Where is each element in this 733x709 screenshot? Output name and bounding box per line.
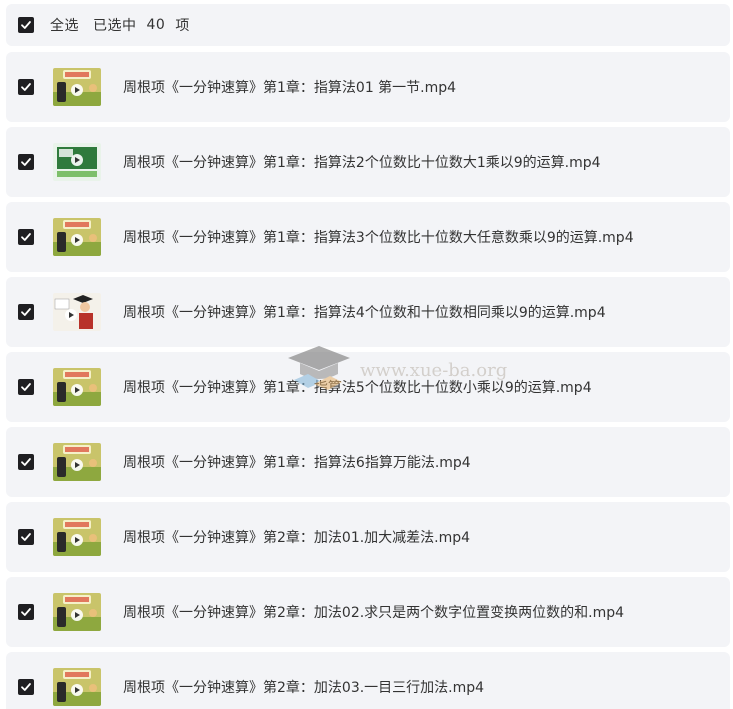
checkmark-icon: [21, 683, 31, 691]
file-checkbox[interactable]: [18, 79, 34, 95]
video-thumbnail[interactable]: [53, 218, 101, 256]
file-checkbox[interactable]: [18, 379, 34, 395]
video-thumbnail[interactable]: [53, 143, 101, 181]
checkmark-icon: [21, 233, 31, 241]
checkmark-icon: [21, 158, 31, 166]
checkmark-icon: [21, 83, 31, 91]
file-name[interactable]: 周根项《一分钟速算》第2章：加法01.加大减差法.mp4: [123, 527, 470, 547]
file-row[interactable]: 周根项《一分钟速算》第2章：加法01.加大减差法.mp4: [6, 502, 730, 572]
video-thumbnail-icon: [53, 443, 101, 481]
file-checkbox[interactable]: [18, 229, 34, 245]
file-row[interactable]: 周根项《一分钟速算》第1章：指算法3个位数比十位数大任意数乘以9的运算.mp4: [6, 202, 730, 272]
video-thumbnail[interactable]: [53, 668, 101, 706]
video-thumbnail-icon: [53, 68, 101, 106]
checkmark-icon: [21, 608, 31, 616]
video-thumbnail[interactable]: [53, 593, 101, 631]
file-checkbox[interactable]: [18, 679, 34, 695]
file-name[interactable]: 周根项《一分钟速算》第1章：指算法6指算万能法.mp4: [123, 452, 471, 472]
file-name[interactable]: 周根项《一分钟速算》第1章：指算法3个位数比十位数大任意数乘以9的运算.mp4: [123, 227, 634, 247]
video-thumbnail-icon: [53, 368, 101, 406]
file-row[interactable]: 周根项《一分钟速算》第2章：加法02.求只是两个数字位置变换两位数的和.mp4: [6, 577, 730, 647]
checkmark-icon: [21, 308, 31, 316]
file-list: 周根项《一分钟速算》第1章：指算法01 第一节.mp4 周根项《一分钟速算》第1章…: [6, 52, 730, 709]
file-name[interactable]: 周根项《一分钟速算》第1章：指算法2个位数比十位数大1乘以9的运算.mp4: [123, 152, 601, 172]
select-all-bar: 全选 已选中 40 项: [6, 4, 730, 46]
file-row[interactable]: 周根项《一分钟速算》第2章：加法03.一目三行加法.mp4: [6, 652, 730, 709]
select-all-checkbox[interactable]: [18, 17, 34, 33]
checkmark-icon: [21, 533, 31, 541]
select-all-label[interactable]: 全选: [50, 15, 79, 35]
video-thumbnail-icon: [53, 143, 101, 181]
video-thumbnail-icon: [53, 518, 101, 556]
file-selection-page: 全选 已选中 40 项 周根项《一分钟速算》第1章：指算法01 第一节.mp4 周…: [0, 0, 733, 709]
file-row[interactable]: 周根项《一分钟速算》第1章：指算法4个位数和十位数相同乘以9的运算.mp4: [6, 277, 730, 347]
file-checkbox[interactable]: [18, 454, 34, 470]
file-name[interactable]: 周根项《一分钟速算》第1章：指算法5个位数比十位数小乘以9的运算.mp4: [123, 377, 592, 397]
video-thumbnail[interactable]: [53, 368, 101, 406]
file-checkbox[interactable]: [18, 304, 34, 320]
video-thumbnail-icon: [53, 668, 101, 706]
selected-suffix: 项: [175, 18, 190, 34]
checkmark-icon: [21, 383, 31, 391]
checkmark-icon: [21, 458, 31, 466]
file-row[interactable]: 周根项《一分钟速算》第1章：指算法2个位数比十位数大1乘以9的运算.mp4: [6, 127, 730, 197]
file-name[interactable]: 周根项《一分钟速算》第1章：指算法4个位数和十位数相同乘以9的运算.mp4: [123, 302, 606, 322]
file-name[interactable]: 周根项《一分钟速算》第1章：指算法01 第一节.mp4: [123, 77, 456, 97]
selected-count: 40: [146, 17, 166, 33]
file-checkbox[interactable]: [18, 604, 34, 620]
video-thumbnail[interactable]: [53, 68, 101, 106]
file-row[interactable]: 周根项《一分钟速算》第1章：指算法01 第一节.mp4: [6, 52, 730, 122]
checkmark-icon: [21, 21, 31, 29]
file-name[interactable]: 周根项《一分钟速算》第2章：加法03.一目三行加法.mp4: [123, 677, 484, 697]
video-thumbnail[interactable]: [53, 443, 101, 481]
video-thumbnail-icon: [53, 593, 101, 631]
video-thumbnail[interactable]: [53, 293, 101, 331]
video-thumbnail-icon: [53, 293, 101, 331]
file-checkbox[interactable]: [18, 154, 34, 170]
file-row[interactable]: 周根项《一分钟速算》第1章：指算法5个位数比十位数小乘以9的运算.mp4: [6, 352, 730, 422]
selected-prefix: 已选中: [93, 18, 137, 34]
video-thumbnail[interactable]: [53, 518, 101, 556]
video-thumbnail-icon: [53, 218, 101, 256]
file-name[interactable]: 周根项《一分钟速算》第2章：加法02.求只是两个数字位置变换两位数的和.mp4: [123, 602, 624, 622]
file-row[interactable]: 周根项《一分钟速算》第1章：指算法6指算万能法.mp4: [6, 427, 730, 497]
file-checkbox[interactable]: [18, 529, 34, 545]
